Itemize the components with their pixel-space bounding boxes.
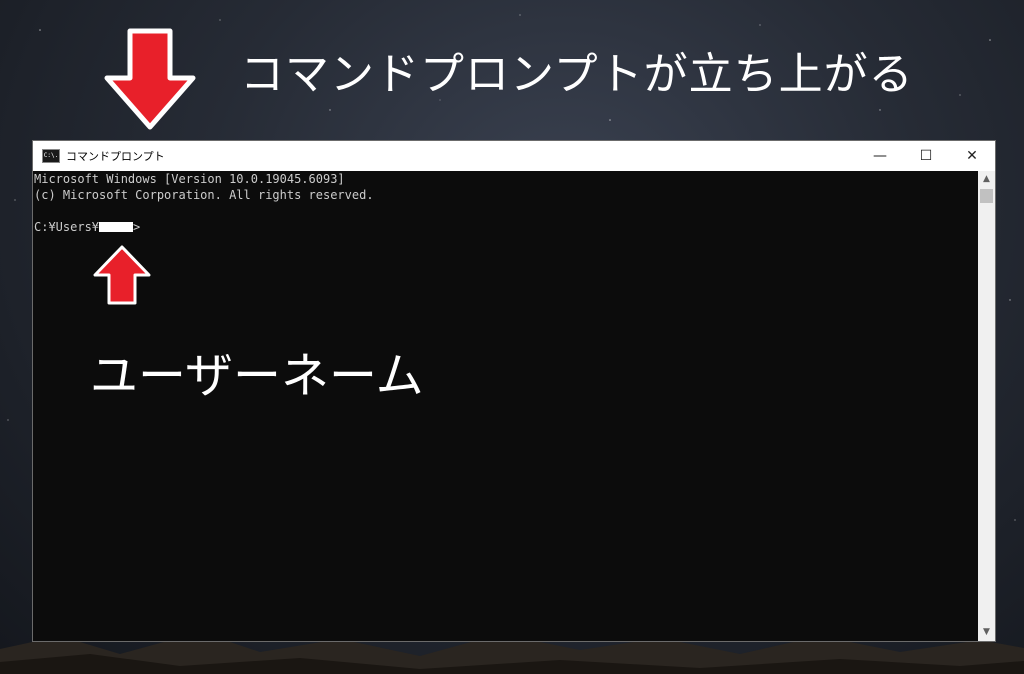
arrow-down-icon	[104, 28, 196, 130]
minimize-button[interactable]: —	[857, 141, 903, 171]
console-icon[interactable]: C:\.	[42, 149, 60, 163]
redacted-username	[99, 222, 134, 232]
window-title: コマンドプロンプト	[66, 150, 165, 163]
prompt-suffix: >	[133, 220, 141, 234]
scroll-down-icon[interactable]: ▼	[978, 624, 995, 641]
close-button[interactable]: ✕	[949, 141, 995, 171]
scroll-thumb[interactable]	[980, 189, 993, 203]
prompt-prefix: C:¥Users¥	[34, 220, 100, 234]
maximize-button[interactable]: ☐	[903, 141, 949, 171]
title-bar[interactable]: C:\. コマンドプロンプト — ☐ ✕	[33, 141, 995, 171]
annotation-heading: コマンドプロンプトが立ち上がる	[240, 49, 914, 100]
window-controls: — ☐ ✕	[857, 141, 995, 171]
console-line: Microsoft Windows [Version 10.0.19045.60…	[34, 172, 345, 186]
vertical-scrollbar[interactable]: ▲ ▼	[978, 171, 995, 641]
arrow-up-icon	[93, 245, 151, 305]
prompt-line: C:¥Users¥ >	[34, 219, 979, 235]
annotation-username-label: ユーザーネーム	[90, 348, 424, 404]
console-output[interactable]: Microsoft Windows [Version 10.0.19045.60…	[33, 171, 979, 641]
scroll-up-icon[interactable]: ▲	[978, 171, 995, 188]
console-line: (c) Microsoft Corporation. All rights re…	[34, 188, 374, 202]
